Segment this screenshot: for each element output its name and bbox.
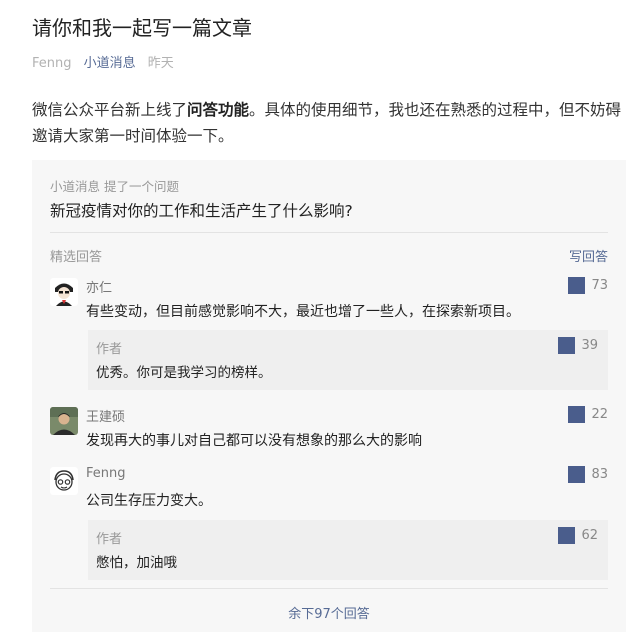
like-square-icon: [558, 527, 576, 544]
like-square-icon: [568, 406, 586, 423]
answer-text: 公司生存压力变大。: [86, 493, 212, 509]
answer-text: 发现再大的事儿对自己都可以没有想象的那么大的影响: [86, 433, 422, 449]
write-answer-button[interactable]: 写回答: [569, 246, 608, 265]
asker-name: 小道消息: [50, 179, 101, 194]
featured-answers-label: 精选回答: [50, 250, 103, 265]
like-count: 83: [591, 467, 608, 482]
like-button[interactable]: 73: [568, 277, 608, 294]
avatar-photo-icon: [50, 407, 78, 435]
like-count: 22: [591, 407, 608, 422]
like-button[interactable]: 22: [568, 406, 608, 423]
article-meta: Fenng 小道消息 昨天: [32, 52, 174, 71]
author-reply: 作者 39 优秀。你可是我学习的榜样。: [88, 330, 608, 390]
like-square-icon: [558, 337, 576, 354]
like-button[interactable]: 39: [558, 337, 598, 354]
question-text: 新冠疫情对你的工作和生活产生了什么影响?: [50, 202, 353, 220]
publish-time: 昨天: [147, 56, 174, 71]
author-reply: 作者 62 憋怕，加油哦: [88, 520, 608, 580]
divider: [50, 232, 608, 233]
like-count: 62: [581, 528, 598, 543]
divider: [50, 588, 608, 589]
avatar-sketch-icon: [50, 467, 78, 495]
more-answers-link[interactable]: 余下97个回答: [32, 603, 626, 622]
avatar: [50, 278, 78, 306]
intro-highlight: 问答功能: [187, 101, 250, 119]
intro-text-before: 微信公众平台新上线了: [32, 101, 188, 119]
reply-text: 优秀。你可是我学习的榜样。: [96, 365, 272, 381]
article-intro: 微信公众平台新上线了问答功能。具体的使用细节，我也还在熟悉的过程中，但不妨碍邀请…: [32, 97, 632, 149]
answer-username: 王建硕: [86, 410, 126, 425]
avatar: [50, 407, 78, 435]
like-square-icon: [568, 277, 586, 294]
article-title: 请你和我一起写一篇文章: [32, 16, 252, 40]
reply-author: 作者: [96, 342, 123, 357]
question-asker: 小道消息 提了一个问题: [50, 176, 179, 195]
like-square-icon: [568, 466, 586, 483]
article-author: Fenng: [32, 56, 72, 71]
ask-action: 提了一个问题: [104, 179, 180, 194]
like-button[interactable]: 62: [558, 527, 598, 544]
qa-card: 小道消息 提了一个问题 新冠疫情对你的工作和生活产生了什么影响? 精选回答 写回…: [32, 160, 626, 632]
account-name-link[interactable]: 小道消息: [84, 56, 136, 71]
like-count: 73: [591, 278, 608, 293]
reply-text: 憋怕，加油哦: [96, 555, 177, 571]
like-count: 39: [581, 338, 598, 353]
avatar-cartoon-icon: [50, 278, 78, 306]
avatar: [50, 467, 78, 495]
reply-author: 作者: [96, 532, 123, 547]
answer-username: 亦仁: [86, 281, 113, 296]
like-button[interactable]: 83: [568, 466, 608, 483]
answer-text: 有些变动，但目前感觉影响不大，最近也增了一些人，在探索新项目。: [86, 304, 520, 320]
answer-username: Fenng: [86, 466, 126, 481]
